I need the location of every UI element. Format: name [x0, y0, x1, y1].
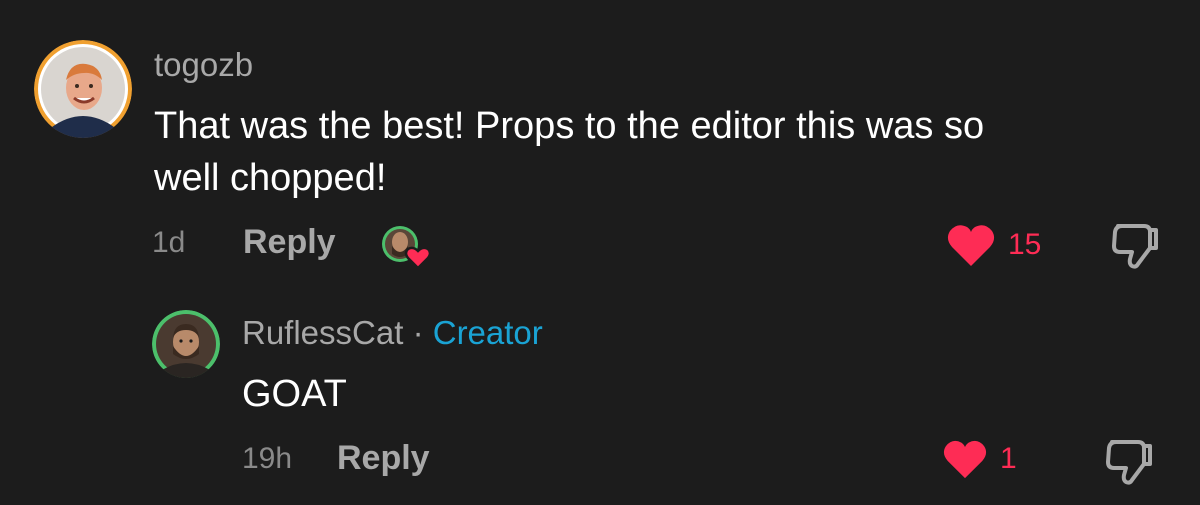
reply-timestamp: 19h	[242, 442, 293, 475]
comment-timestamp: 1d	[152, 226, 186, 259]
creator-liked-badge	[380, 224, 436, 270]
small-heart-icon	[404, 246, 432, 270]
creator-badge: Creator	[432, 314, 543, 351]
comment-text-line1: That was the best! Props to the editor t…	[154, 105, 985, 147]
username-separator: ·	[412, 314, 424, 351]
thumbs-down-icon[interactable]	[1110, 222, 1160, 270]
avatar-togozb[interactable]	[34, 40, 132, 138]
comment-text-line2: well chopped!	[154, 157, 387, 199]
comment-like-button[interactable]: 15	[946, 222, 1041, 268]
comment-dislike-button[interactable]	[1110, 222, 1160, 275]
heart-icon[interactable]	[946, 222, 996, 268]
reply-like-count: 1	[1000, 442, 1017, 475]
reply-like-button[interactable]: 1	[942, 438, 1017, 480]
comment-reply-button[interactable]: Reply	[243, 225, 336, 259]
comment-like-count: 15	[1008, 228, 1042, 261]
reply-reply-button[interactable]: Reply	[337, 441, 430, 475]
heart-icon[interactable]	[942, 438, 988, 480]
reply-username[interactable]: RuflessCat	[242, 314, 403, 351]
thumbs-down-icon[interactable]	[1104, 438, 1154, 486]
reply-text: GOAT	[242, 373, 347, 415]
comments-panel: togozb That was the best! Props to the e…	[0, 0, 1200, 505]
comment-username[interactable]: togozb	[154, 48, 253, 81]
reply-username-line: RuflessCat · Creator	[242, 316, 543, 349]
reply-dislike-button[interactable]	[1104, 438, 1154, 491]
avatar-ruflesscat[interactable]	[152, 310, 220, 378]
